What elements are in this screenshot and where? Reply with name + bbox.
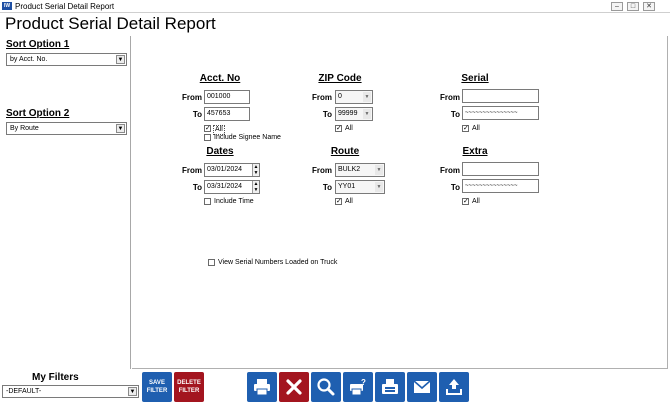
maximize-button[interactable]: □ [627, 2, 639, 11]
search-button[interactable] [311, 372, 341, 402]
zip-to-input[interactable]: 99999 ▼ [335, 107, 373, 121]
acct-heading: Acct. No [199, 73, 241, 84]
acct-to-input[interactable]: 457653 [204, 107, 250, 121]
route-to-label: To [322, 183, 332, 192]
signee-checkbox[interactable] [204, 134, 211, 141]
delete-filter-button[interactable]: DELETE FILTER [174, 372, 204, 402]
extra-to-label: To [450, 183, 460, 192]
app-logo-icon: IW [2, 2, 12, 10]
zip-to-value: 99999 [338, 110, 358, 117]
zip-heading: ZIP Code [318, 73, 362, 84]
route-from-input[interactable]: BULK2 ▼ [335, 163, 385, 177]
signee-label: Include Signee Name [214, 134, 281, 141]
sort-option-1-label: Sort Option 1 [6, 39, 70, 50]
include-time-label: Include Time [214, 198, 254, 205]
zip-all-checkbox[interactable]: ✓ [335, 125, 342, 132]
extra-to-input[interactable]: ~~~~~~~~~~~~~~~ [462, 179, 539, 193]
export-button[interactable] [439, 372, 469, 402]
minimize-button[interactable]: – [611, 2, 623, 11]
chevron-down-icon[interactable]: ▼ [116, 55, 125, 64]
report-title: Product Serial Detail Report [5, 14, 216, 33]
zip-from-value: 0 [338, 93, 342, 100]
extra-from-input[interactable] [462, 162, 539, 176]
route-to-input[interactable]: YY01 ▼ [335, 180, 385, 194]
save-filter-button[interactable]: SAVE FILTER [142, 372, 172, 402]
extra-all-checkbox[interactable]: ✓ [462, 198, 469, 205]
save-filter-line1: SAVE [149, 380, 165, 386]
route-all-label: All [345, 198, 353, 205]
spinner-icon[interactable]: ▲ ▼ [252, 181, 259, 193]
route-from-label: From [312, 166, 332, 175]
zip-to-label: To [322, 110, 332, 119]
print-preview-button[interactable]: ? [343, 372, 373, 402]
truck-serials-label: View Serial Numbers Loaded on Truck [218, 259, 338, 266]
delete-filter-line2: FILTER [178, 388, 200, 394]
serial-heading: Serial [461, 73, 489, 84]
sort-option-1-value: by Acct. No. [10, 56, 48, 63]
zip-all-label: All [345, 125, 353, 132]
dates-to-value: 03/31/2024 [207, 183, 243, 190]
zip-from-label: From [312, 93, 332, 102]
acct-to-label: To [192, 110, 202, 119]
route-all-checkbox[interactable]: ✓ [335, 198, 342, 205]
serial-from-label: From [440, 93, 460, 102]
close-x-icon [286, 379, 302, 395]
fax-button[interactable] [375, 372, 405, 402]
truck-serials-checkbox[interactable] [208, 259, 215, 266]
serial-all-checkbox[interactable]: ✓ [462, 125, 469, 132]
serial-to-label: To [450, 110, 460, 119]
close-window-button[interactable]: ✕ [643, 2, 655, 11]
title-bar: IW Product Serial Detail Report – □ ✕ [0, 0, 670, 13]
route-heading: Route [330, 146, 360, 157]
chevron-down-icon[interactable]: ▼ [116, 124, 125, 133]
email-icon [413, 380, 431, 393]
dates-heading: Dates [206, 146, 234, 157]
extra-heading: Extra [462, 146, 488, 157]
export-icon [446, 379, 462, 395]
fax-icon [382, 379, 398, 394]
include-time-checkbox[interactable] [204, 198, 211, 205]
print-button[interactable] [247, 372, 277, 402]
dates-from-input[interactable]: 03/01/2024 ▲ ▼ [204, 163, 260, 177]
serial-from-input[interactable] [462, 89, 539, 103]
extra-from-label: From [440, 166, 460, 175]
acct-all-checkbox[interactable]: ✓ [204, 125, 211, 132]
sort-option-1-select[interactable]: by Acct. No. ▼ [6, 53, 127, 66]
serial-all-label: All [472, 125, 480, 132]
extra-all-label: All [472, 198, 480, 205]
acct-from-label: From [182, 93, 202, 102]
sort-option-2-label: Sort Option 2 [6, 108, 70, 119]
my-filters-select[interactable]: -DEFAULT- ▼ [2, 385, 139, 398]
chevron-down-icon[interactable]: ▼ [375, 182, 383, 192]
chevron-down-icon[interactable]: ▼ [375, 165, 383, 175]
svg-text:?: ? [361, 378, 366, 387]
sort-option-2-value: By Route [10, 125, 39, 132]
print-preview-icon: ? [350, 378, 366, 396]
print-icon [254, 379, 270, 396]
search-icon [317, 378, 335, 396]
chevron-down-icon[interactable]: ▼ [363, 92, 371, 102]
dates-to-input[interactable]: 03/31/2024 ▲ ▼ [204, 180, 260, 194]
my-filters-label: My Filters [32, 372, 79, 383]
email-button[interactable] [407, 372, 437, 402]
spinner-icon[interactable]: ▲ ▼ [252, 164, 259, 176]
dates-from-value: 03/01/2024 [207, 166, 243, 173]
chevron-down-icon[interactable]: ▼ [363, 109, 371, 119]
route-to-value: YY01 [338, 183, 356, 190]
dates-to-label: To [192, 183, 202, 192]
serial-to-input[interactable]: ~~~~~~~~~~~~~~~ [462, 106, 539, 120]
sort-panel [2, 36, 131, 369]
chevron-down-icon[interactable]: ▼ [128, 387, 137, 396]
window-title: Product Serial Detail Report [15, 2, 115, 11]
save-filter-line2: FILTER [146, 388, 168, 394]
delete-filter-line1: DELETE [177, 380, 201, 386]
acct-from-input[interactable]: 001000 [204, 90, 250, 104]
sort-option-2-select[interactable]: By Route ▼ [6, 122, 127, 135]
zip-from-input[interactable]: 0 ▼ [335, 90, 373, 104]
criteria-panel [132, 36, 668, 369]
dates-from-label: From [182, 166, 202, 175]
my-filters-value: -DEFAULT- [6, 388, 42, 395]
cancel-button[interactable] [279, 372, 309, 402]
route-from-value: BULK2 [338, 166, 361, 173]
